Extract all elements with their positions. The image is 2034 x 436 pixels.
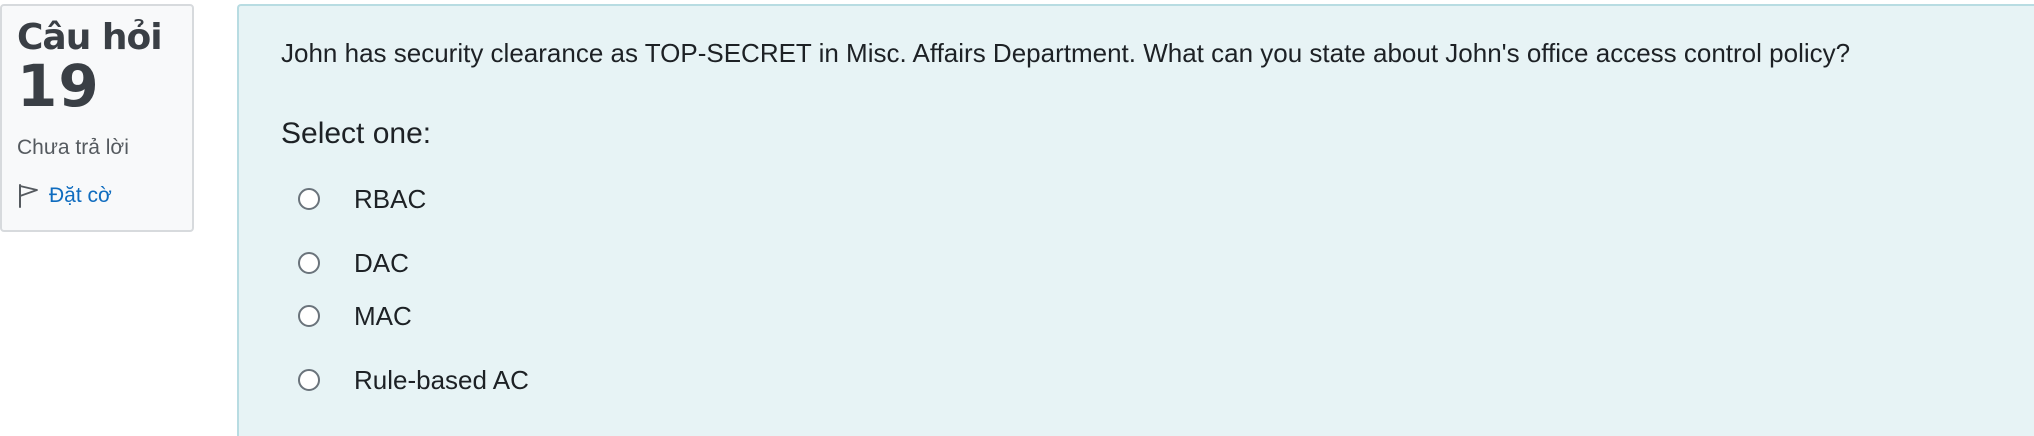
question-content: John has security clearance as TOP-SECRE… bbox=[237, 4, 2034, 436]
select-one-prompt: Select one: bbox=[281, 117, 432, 150]
flag-question-label: Đặt cờ bbox=[49, 184, 112, 207]
question-state: Chưa trả lời bbox=[17, 136, 129, 159]
question-info-panel: Câu hỏi 19 Chưa trả lời Đặt cờ bbox=[0, 4, 194, 232]
answer-option[interactable]: MAC bbox=[298, 301, 412, 331]
answer-option[interactable]: DAC bbox=[298, 248, 409, 278]
answer-option[interactable]: Rule-based AC bbox=[298, 365, 529, 395]
radio-button[interactable] bbox=[298, 305, 320, 327]
flag-icon bbox=[17, 184, 39, 208]
answer-option-label: DAC bbox=[354, 248, 409, 278]
answer-option-label: RBAC bbox=[354, 184, 427, 214]
radio-button[interactable] bbox=[298, 188, 320, 210]
answer-option-label: Rule-based AC bbox=[354, 365, 529, 395]
answer-option-label: MAC bbox=[354, 301, 412, 331]
answer-option[interactable]: RBAC bbox=[298, 184, 426, 214]
radio-button[interactable] bbox=[298, 252, 320, 274]
flag-question-button[interactable]: Đặt cờ bbox=[17, 184, 192, 208]
question-text: John has security clearance as TOP-SECRE… bbox=[281, 38, 1851, 68]
radio-button[interactable] bbox=[298, 369, 320, 391]
question-number: 19 bbox=[17, 52, 100, 120]
